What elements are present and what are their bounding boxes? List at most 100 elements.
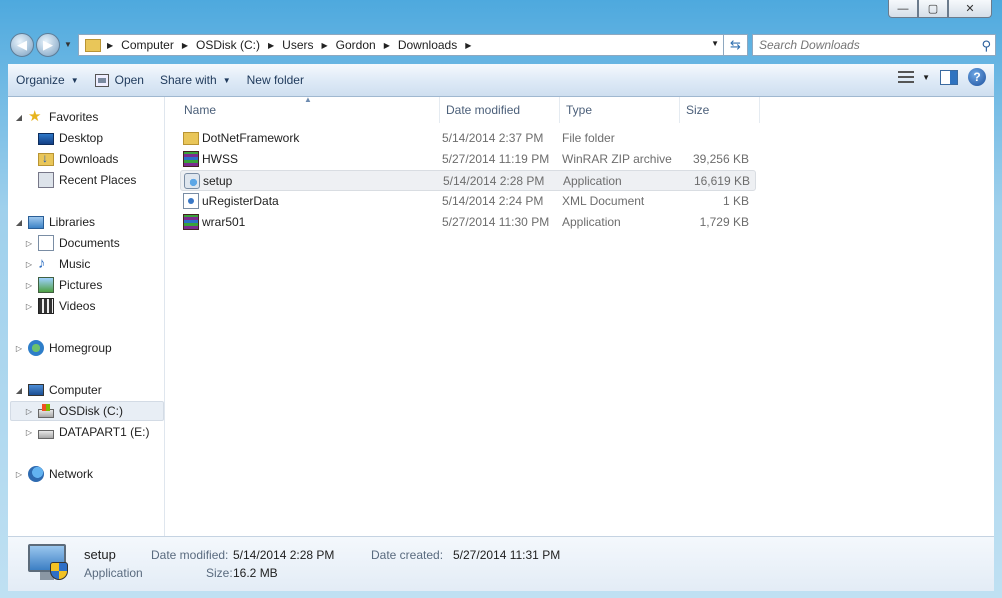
breadcrumb-chevron-icon[interactable]: ▶ [107,41,113,50]
expand-arrow-icon[interactable]: ▷ [14,344,24,353]
nav-recent-places[interactable]: Recent Places [24,170,136,190]
open-button[interactable]: Open [87,67,152,93]
search-icon[interactable]: ⚲ [981,38,991,54]
column-header-size[interactable]: Size [680,97,760,123]
nav-desktop[interactable]: Desktop [24,128,103,148]
winrar-archive-icon [183,151,199,167]
address-history-dropdown[interactable]: ▼ [711,39,719,48]
hard-drive-icon [38,430,54,439]
collapse-arrow-icon[interactable]: ◢ [14,113,24,122]
nav-pictures[interactable]: ▷ Pictures [24,275,102,295]
forward-button[interactable]: ▶ [36,33,60,57]
new-folder-button[interactable]: New folder [239,67,312,93]
expand-arrow-icon[interactable]: ▷ [24,407,34,416]
nav-desktop-label: Desktop [59,131,104,145]
breadcrumb-chevron-icon[interactable]: ▶ [322,41,328,50]
share-with-button[interactable]: Share with ▼ [152,67,239,93]
collapse-arrow-icon[interactable]: ◢ [14,218,24,227]
file-size: 1 KB [722,194,749,208]
breadcrumb: ▶ Computer ▶ OSDisk (C:) ▶ Users ▶ Gordo… [105,38,479,52]
breadcrumb-chevron-icon[interactable]: ▶ [465,41,471,50]
breadcrumb-users[interactable]: Users [282,38,313,52]
breadcrumb-chevron-icon[interactable]: ▶ [182,41,188,50]
music-icon: ♪ [38,255,46,272]
breadcrumb-gordon[interactable]: Gordon [336,38,376,52]
maximize-button[interactable]: ▢ [918,0,948,18]
back-arrow-icon: ◀ [17,37,27,52]
file-type: File folder [562,131,615,145]
breadcrumb-computer[interactable]: Computer [121,38,174,52]
nav-libraries-label: Libraries [49,215,96,229]
file-size: 16,619 KB [693,174,750,188]
details-pane: setup Application Date modified: 5/14/20… [8,536,994,591]
nav-downloads[interactable]: Downloads [24,149,118,169]
toolbar-right: ▼ ? [898,68,986,86]
column-header-type[interactable]: Type [560,97,680,123]
expand-arrow-icon[interactable]: ▷ [14,470,24,479]
computer-icon [28,384,44,396]
file-row-setup[interactable]: setup 5/14/2014 2:28 PM Application 16,6… [180,170,756,191]
breadcrumb-downloads[interactable]: Downloads [398,38,457,52]
nav-network[interactable]: ▷ Network [14,464,93,484]
column-header-name[interactable]: Name [178,97,440,123]
nav-osdisk[interactable]: ▷ OSDisk (C:) [10,401,164,421]
search-box[interactable]: ⚲ [752,34,996,56]
close-button[interactable]: ✕ [948,0,992,18]
details-date-modified-label: Date modified: [151,548,229,562]
search-input[interactable] [753,35,963,55]
preview-pane-icon[interactable] [940,69,958,85]
nav-recent-places-label: Recent Places [59,173,137,187]
expand-arrow-icon[interactable]: ▷ [24,302,34,311]
nav-downloads-label: Downloads [59,152,119,166]
file-list: ▲ Name Date modified Type Size DotNetFra… [166,95,994,536]
chevron-down-icon: ▼ [70,75,79,85]
nav-documents-label: Documents [59,236,120,250]
nav-favorites[interactable]: ◢ ★ Favorites [14,107,98,127]
expand-arrow-icon[interactable]: ▷ [24,239,34,248]
file-date-modified: 5/27/2014 11:19 PM [442,152,550,166]
address-bar[interactable]: ▶ Computer ▶ OSDisk (C:) ▶ Users ▶ Gordo… [78,34,724,56]
file-row-uregisterdata[interactable]: uRegisterData 5/14/2014 2:24 PM XML Docu… [180,191,756,212]
nav-computer-label: Computer [49,383,102,397]
breadcrumb-chevron-icon[interactable]: ▶ [268,41,274,50]
back-button[interactable]: ◀ [10,33,34,57]
address-row: ◀ ▶ ▼ ▶ Computer ▶ OSDisk (C:) ▶ Users ▶… [8,32,996,58]
nav-music[interactable]: ▷ ♪ Music [24,254,90,274]
videos-icon [38,298,54,314]
chevron-down-icon: ▼ [222,75,231,85]
file-type: Application [563,174,622,188]
file-row-dotnetframework[interactable]: DotNetFramework 5/14/2014 2:37 PM File f… [180,128,756,149]
libraries-icon [28,215,44,229]
nav-homegroup[interactable]: ▷ Homegroup [14,338,112,358]
file-name: HWSS [202,152,238,166]
recent-pages-dropdown[interactable]: ▼ [64,40,72,49]
minimize-button[interactable]: — [888,0,918,18]
nav-osdisk-label: OSDisk (C:) [59,404,123,418]
nav-documents[interactable]: ▷ Documents [24,233,120,253]
nav-libraries[interactable]: ◢ Libraries [14,212,95,232]
expand-arrow-icon[interactable]: ▷ [24,260,34,269]
recent-places-icon [38,172,54,188]
navigation-pane: ◢ ★ Favorites Desktop Downloads Recent P… [8,97,165,536]
organize-button[interactable]: Organize ▼ [8,67,87,93]
change-view-button[interactable]: ▼ [898,71,930,83]
column-header-date-modified[interactable]: Date modified [440,97,560,123]
nav-datapart1[interactable]: ▷ DATAPART1 (E:) [24,422,149,442]
help-icon[interactable]: ? [968,68,986,86]
file-name: setup [203,174,233,188]
details-file-name: setup [84,547,116,562]
setup-application-large-icon [28,544,70,582]
nav-videos[interactable]: ▷ Videos [24,296,95,316]
collapse-arrow-icon[interactable]: ◢ [14,386,24,395]
refresh-button[interactable]: ⇆ [724,34,748,56]
folder-icon [183,132,199,145]
file-row-wrar501[interactable]: wrar501 5/27/2014 11:30 PM Application 1… [180,212,756,233]
expand-arrow-icon[interactable]: ▷ [24,281,34,290]
breadcrumb-chevron-icon[interactable]: ▶ [384,41,390,50]
nav-computer[interactable]: ◢ Computer [14,380,102,400]
expand-arrow-icon[interactable]: ▷ [24,428,34,437]
winrar-installer-icon [183,214,199,230]
file-row-hwss[interactable]: HWSS 5/27/2014 11:19 PM WinRAR ZIP archi… [180,149,756,170]
file-name: DotNetFramework [202,131,300,145]
breadcrumb-osdisk[interactable]: OSDisk (C:) [196,38,260,52]
